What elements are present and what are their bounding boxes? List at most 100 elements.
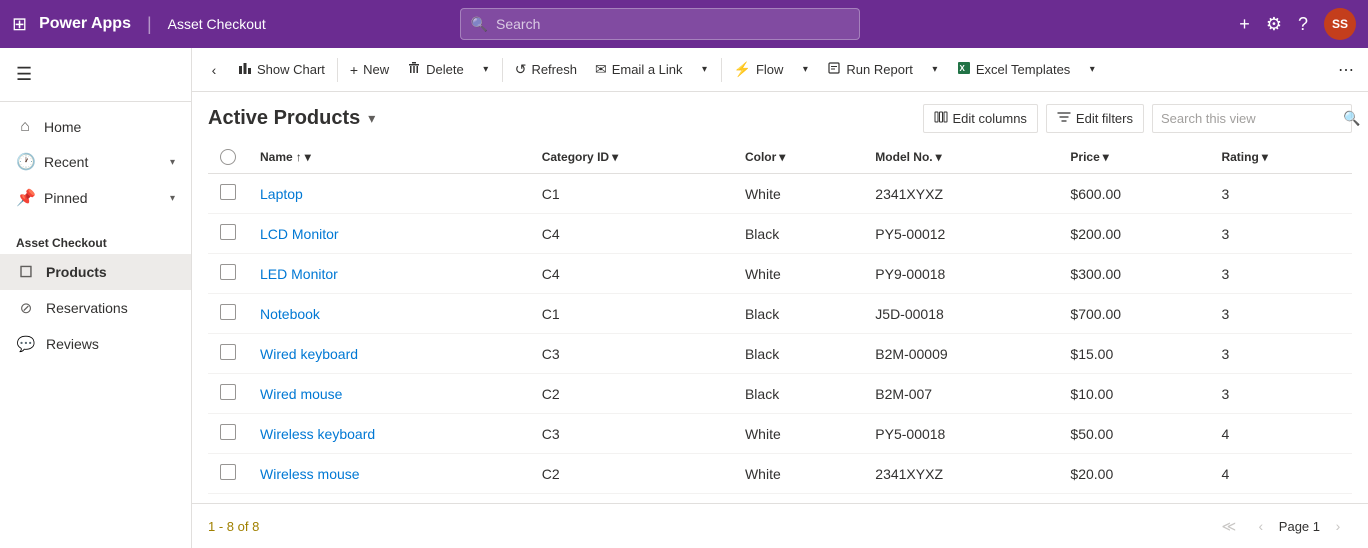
col-dropdown-icon[interactable]: ▾ [936,150,942,164]
row-checkbox[interactable] [220,184,236,200]
show-chart-button[interactable]: Show Chart [230,55,333,84]
col-sort-price[interactable]: Price ▾ [1070,150,1197,164]
col-sort-color[interactable]: Color ▾ [745,150,851,164]
first-page-button[interactable]: ≪ [1215,512,1243,540]
search-view-input[interactable] [1161,111,1337,126]
category-id-cell: C3 [530,414,733,454]
settings-icon[interactable]: ⚙ [1266,14,1282,35]
model-no-cell: PY5-00012 [863,214,1058,254]
header-checkbox[interactable] [220,149,236,165]
category-id-cell: C1 [530,174,733,214]
row-checkbox-cell [208,214,248,254]
delete-button[interactable]: Delete [399,55,472,84]
new-icon: + [350,62,358,78]
back-button[interactable]: ‹ [200,56,228,84]
product-name-cell[interactable]: Wireless keyboard [248,414,530,454]
products-icon: ☐ [16,263,36,281]
hamburger-button[interactable]: ☰ [0,56,191,93]
waffle-icon[interactable]: ⊞ [12,14,27,35]
row-checkbox[interactable] [220,264,236,280]
table-row: Wireless mouse C2 White 2341XYXZ $20.00 … [208,454,1352,494]
delete-dropdown-button[interactable]: ▾ [474,54,498,86]
product-name-cell[interactable]: Laptop [248,174,530,214]
col-rating: Rating ▾ [1209,141,1352,174]
color-cell: Black [733,334,863,374]
row-checkbox-cell [208,374,248,414]
sidebar-item-recent[interactable]: 🕐 Recent ▾ [0,144,191,180]
price-cell: $50.00 [1058,414,1209,454]
new-button[interactable]: + New [342,56,397,84]
row-checkbox[interactable] [220,384,236,400]
category-id-cell: C3 [530,334,733,374]
home-icon: ⌂ [16,118,34,136]
view-header-actions: Edit columns Edit filters 🔍 [923,104,1353,133]
email-link-dropdown-button[interactable]: ▾ [693,54,717,86]
excel-dropdown-button[interactable]: ▾ [1080,54,1104,86]
show-chart-label: Show Chart [257,62,325,77]
next-page-button[interactable]: › [1324,512,1352,540]
row-checkbox[interactable] [220,304,236,320]
pagination-info: 1 - 8 of 8 [208,519,259,534]
row-checkbox-cell [208,334,248,374]
product-name-cell[interactable]: LCD Monitor [248,214,530,254]
chevron-down-icon: ▾ [170,157,175,168]
product-name-cell[interactable]: Wired mouse [248,374,530,414]
sidebar-item-reservations[interactable]: ⊘ Reservations [0,290,191,326]
sidebar-item-home[interactable]: ⌂ Home [0,110,191,144]
col-dropdown-icon[interactable]: ▾ [612,150,618,164]
email-link-button[interactable]: ✉ Email a Link [587,55,691,84]
product-name-cell[interactable]: LED Monitor [248,254,530,294]
category-id-cell: C2 [530,454,733,494]
row-checkbox[interactable] [220,224,236,240]
flow-button[interactable]: ⚡ Flow [726,55,792,84]
excel-templates-button[interactable]: X Excel Templates [949,55,1078,84]
sidebar-item-pinned[interactable]: 📌 Pinned ▾ [0,180,191,216]
color-cell: White [733,454,863,494]
col-sort-name[interactable]: Name ↑ ▾ [260,150,518,164]
model-no-cell: PY5-00018 [863,414,1058,454]
row-checkbox-cell [208,414,248,454]
col-dropdown-icon[interactable]: ▾ [1262,150,1268,164]
row-checkbox[interactable] [220,344,236,360]
rating-cell: 3 [1209,334,1352,374]
edit-filters-button[interactable]: Edit filters [1046,104,1144,133]
col-sort-rating[interactable]: Rating ▾ [1221,150,1340,164]
col-name: Name ↑ ▾ [248,141,530,174]
avatar[interactable]: SS [1324,8,1356,40]
row-checkbox[interactable] [220,464,236,480]
col-model-label: Model No. [875,150,932,164]
add-icon[interactable]: + [1239,14,1250,35]
product-name-cell[interactable]: Wireless mouse [248,454,530,494]
sidebar-nav-label: Reservations [46,300,128,316]
col-sort-model[interactable]: Model No. ▾ [875,150,1046,164]
row-checkbox[interactable] [220,424,236,440]
sidebar-item-products[interactable]: ☐ Products [0,254,191,290]
product-name-cell[interactable]: Notebook [248,294,530,334]
col-dropdown-icon[interactable]: ▾ [779,150,785,164]
color-cell: White [733,254,863,294]
view-title-dropdown-icon[interactable]: ▾ [368,110,375,127]
global-search-input[interactable] [496,16,849,32]
prev-page-button[interactable]: ‹ [1247,512,1275,540]
more-button[interactable]: ⋯ [1332,56,1360,84]
run-report-button[interactable]: Run Report [819,55,920,84]
sidebar-item-label: Pinned [44,190,160,206]
product-name-cell[interactable]: Wired keyboard [248,334,530,374]
sidebar-item-reviews[interactable]: 💬 Reviews [0,326,191,362]
category-id-cell: C4 [530,254,733,294]
toolbar: ‹ Show Chart + New Delete ▾ [192,48,1368,92]
col-color: Color ▾ [733,141,863,174]
help-icon[interactable]: ? [1298,14,1308,35]
run-report-dropdown-button[interactable]: ▾ [923,54,947,86]
sidebar-item-label: Home [44,119,175,135]
col-dropdown-icon[interactable]: ▾ [1103,150,1109,164]
col-dropdown-icon[interactable]: ▾ [305,150,311,164]
refresh-button[interactable]: ↺ Refresh [507,55,585,84]
rating-cell: 3 [1209,294,1352,334]
price-cell: $10.00 [1058,374,1209,414]
row-checkbox-cell [208,174,248,214]
flow-dropdown-button[interactable]: ▾ [793,54,817,86]
edit-columns-button[interactable]: Edit columns [923,104,1038,133]
sidebar-nav-label: Products [46,264,107,280]
col-sort-category[interactable]: Category ID ▾ [542,150,721,164]
